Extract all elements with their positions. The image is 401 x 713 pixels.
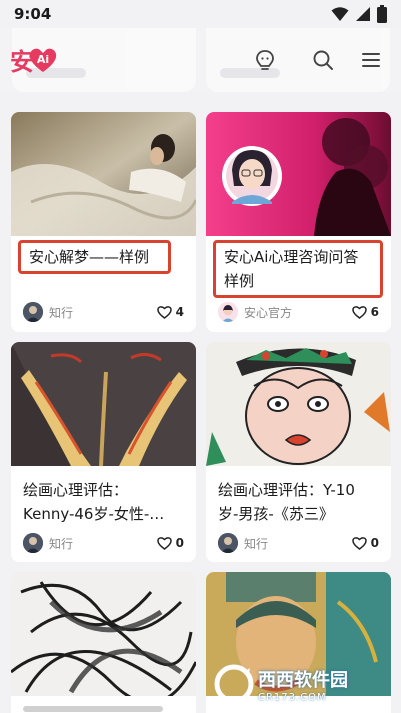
like-button[interactable]: 4 — [156, 305, 184, 319]
menu-button[interactable] — [359, 48, 383, 72]
like-count: 0 — [175, 536, 184, 550]
sleeping-woman-image — [11, 112, 196, 236]
card-title-line: 岁-男孩-《苏三》 — [218, 505, 334, 523]
app-logo[interactable]: 安 Ai — [10, 42, 57, 77]
heart-icon — [351, 306, 367, 319]
author-photo — [218, 533, 238, 553]
like-button[interactable]: 0 — [351, 536, 379, 550]
author-avatar[interactable] — [23, 302, 43, 322]
card-meta: 知行 0 — [23, 532, 184, 554]
search-icon — [313, 50, 333, 70]
author-photo — [23, 533, 43, 553]
author-name[interactable]: 知行 — [49, 304, 73, 321]
card-title: 安心解梦——样例 — [18, 240, 171, 274]
watermark-site: CR173.COM — [258, 691, 327, 703]
status-bar: 9:04 — [0, 0, 401, 28]
battery-icon — [377, 5, 387, 23]
like-button[interactable]: 6 — [351, 305, 379, 319]
like-button[interactable]: 0 — [156, 536, 184, 550]
wifi-icon — [331, 7, 349, 21]
assistant-button[interactable] — [253, 48, 277, 72]
watermark-brand: 西西软件园 — [258, 669, 348, 691]
card-title-line: 绘画心理评估：Y-10 — [218, 481, 355, 499]
article-card[interactable]: 安心Ai心理咨询问答 样例 安心官方 6 — [206, 112, 391, 332]
author-photo — [218, 302, 238, 322]
heart-icon — [156, 306, 172, 319]
card-meta: 安心官方 6 — [218, 301, 379, 323]
card-title: 绘画心理评估： Kenny-46岁-女性-… — [23, 478, 188, 526]
hamburger-menu-icon — [362, 53, 380, 67]
card-title-line: 绘画心理评估： — [23, 481, 129, 499]
opera-mask-drawing-image — [206, 342, 391, 466]
status-time: 9:04 — [14, 5, 52, 23]
like-count: 4 — [175, 305, 184, 319]
like-count: 6 — [370, 305, 379, 319]
card-meta: 知行 0 — [218, 532, 379, 554]
card-title-line: 样例 — [224, 272, 255, 290]
search-button[interactable] — [311, 48, 335, 72]
logo-heart-ai-icon: Ai — [29, 48, 57, 72]
article-card[interactable] — [11, 572, 196, 713]
card-title-line: 安心Ai心理咨询问答 — [224, 248, 359, 266]
card-title-cutoff — [23, 706, 163, 712]
heart-icon — [351, 537, 367, 550]
card-meta: 知行 4 — [23, 301, 184, 323]
ai-counselor-image — [206, 112, 391, 236]
author-photo — [23, 302, 43, 322]
article-card[interactable]: 绘画心理评估： Kenny-46岁-女性-… 知行 0 — [11, 342, 196, 562]
author-avatar[interactable] — [23, 533, 43, 553]
author-name[interactable]: 知行 — [244, 535, 268, 552]
status-icons — [331, 5, 387, 23]
drawing-thumbnail-image — [11, 342, 196, 466]
lightbulb-face-icon — [256, 50, 274, 70]
author-name[interactable]: 知行 — [49, 535, 73, 552]
card-title: 绘画心理评估：Y-10 岁-男孩-《苏三》 — [218, 478, 383, 526]
author-name[interactable]: 安心官方 — [244, 304, 292, 321]
like-count: 0 — [370, 536, 379, 550]
author-avatar[interactable] — [218, 533, 238, 553]
watermark-logo-icon — [214, 664, 254, 704]
app-header: 安 Ai — [0, 28, 401, 92]
card-title-line: Kenny-46岁-女性-… — [23, 505, 165, 523]
author-avatar[interactable] — [218, 302, 238, 322]
watermark-text: 西西软件园 CR173.COM — [258, 666, 348, 703]
heart-icon — [156, 537, 172, 550]
scribble-drawing-image — [11, 572, 196, 696]
svg-text:Ai: Ai — [37, 53, 49, 66]
site-watermark: 西西软件园 CR173.COM — [214, 662, 384, 706]
article-card[interactable]: 安心解梦——样例 知行 4 — [11, 112, 196, 332]
card-title: 安心Ai心理咨询问答 样例 — [213, 240, 383, 298]
cellular-signal-icon — [356, 7, 370, 21]
article-card[interactable]: 绘画心理评估：Y-10 岁-男孩-《苏三》 知行 0 — [206, 342, 391, 562]
